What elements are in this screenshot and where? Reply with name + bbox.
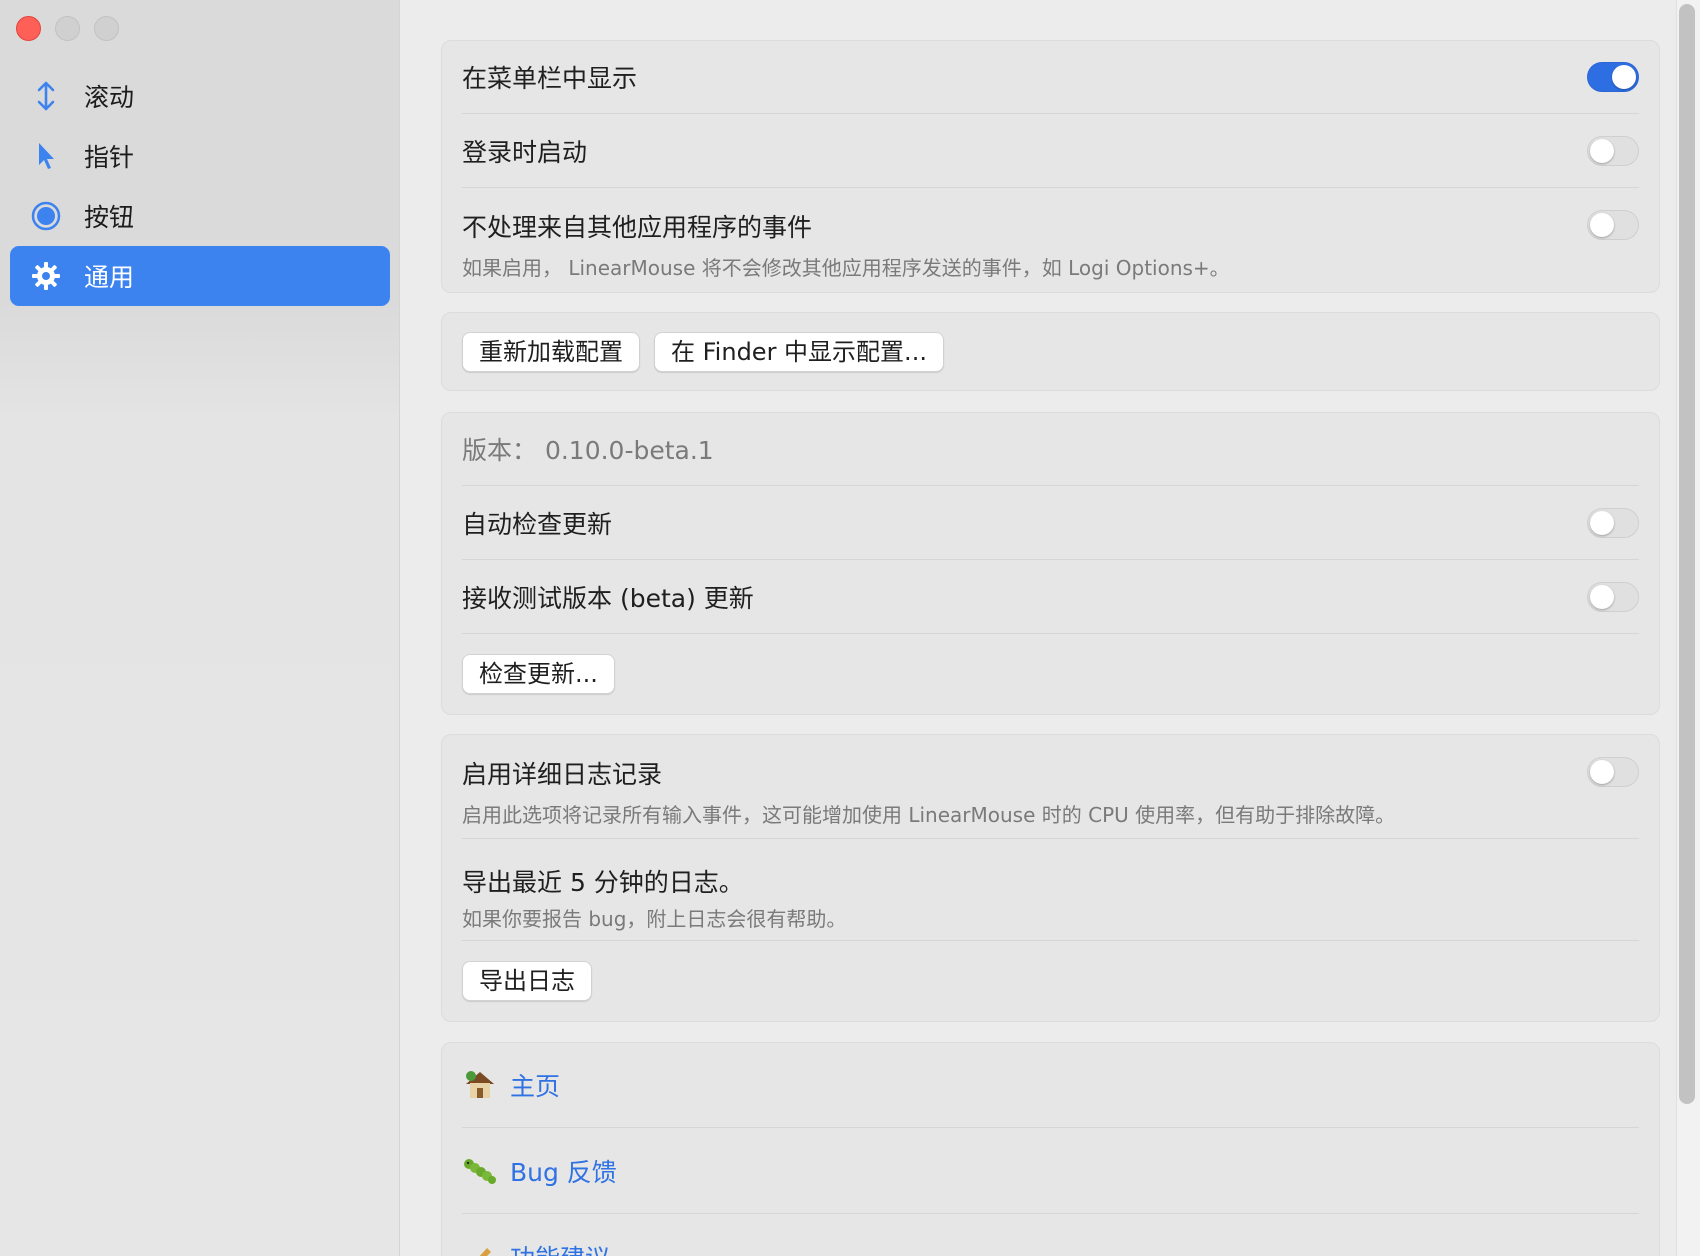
verbose-logging-label: 启用详细日志记录 [462,760,663,789]
pencil-icon [462,1239,498,1256]
links-group: 主页 Bug 反馈 [441,1042,1660,1256]
login-label: 登录时启动 [462,137,588,167]
sidebar-item-label: 指针 [84,143,135,172]
reveal-config-button[interactable]: 在 Finder 中显示配置... [654,331,944,372]
scrollbar-thumb[interactable] [1679,4,1695,1104]
verbose-logging-description: 启用此选项将记录所有输入事件，这可能增加使用 LinearMouse 时的 CP… [462,803,1396,827]
sidebar-item-pointer[interactable]: 指针 [10,126,390,186]
homepage-link[interactable]: 主页 [462,1067,560,1103]
house-icon [462,1067,498,1103]
window-controls [16,16,119,41]
logging-group: 启用详细日志记录 启用此选项将记录所有输入事件，这可能增加使用 LinearMo… [441,734,1660,1022]
config-group: 重新加载配置 在 Finder 中显示配置... [441,312,1660,391]
export-logs-info-row: 导出最近 5 分钟的日志。 如果你要报告 bug，附上日志会很有帮助。 [462,839,1639,941]
sidebar-item-buttons[interactable]: 按钮 [10,186,390,246]
sidebar-nav: 滚动 指针 按钮 通用 [10,66,390,306]
feature-request-link-text: 功能建议 [510,1239,610,1256]
login-row: 登录时启动 [462,114,1639,188]
export-logs-description: 如果你要报告 bug，附上日志会很有帮助。 [462,907,847,931]
reload-config-button[interactable]: 重新加载配置 [462,331,640,372]
bug-report-link-text: Bug 反馈 [510,1157,617,1187]
menubar-toggle[interactable] [1587,62,1639,92]
ignore-events-text: 不处理来自其他应用程序的事件 如果启用， LinearMouse 将不会修改其他… [462,208,1230,281]
update-group: 版本： 0.10.0-beta.1 自动检查更新 接收测试版本 (beta) 更… [441,412,1660,715]
general-settings-group: 在菜单栏中显示 登录时启动 不处理来自其他应用程序的事件 如果启用， Linea… [441,40,1660,293]
verbose-logging-text: 启用详细日志记录 启用此选项将记录所有输入事件，这可能增加使用 LinearMo… [462,755,1395,828]
homepage-link-text: 主页 [510,1072,561,1101]
auto-check-label: 自动检查更新 [462,509,613,539]
gear-icon [30,260,62,292]
pointer-arrow-icon [30,140,62,172]
beta-toggle[interactable] [1587,581,1639,612]
feature-request-link[interactable]: 功能建议 [462,1239,610,1256]
ignore-events-description: 如果启用， LinearMouse 将不会修改其他应用程序发送的事件，如 Log… [462,256,1230,280]
version-row: 版本： 0.10.0-beta.1 [462,413,1639,486]
ignore-events-row: 不处理来自其他应用程序的事件 如果启用， LinearMouse 将不会修改其他… [462,188,1639,292]
scroll-arrows-icon [30,80,62,112]
menubar-row: 在菜单栏中显示 [462,41,1639,114]
sidebar-item-label: 滚动 [84,83,135,112]
beta-row: 接收测试版本 (beta) 更新 [462,560,1639,634]
menubar-label: 在菜单栏中显示 [462,64,638,93]
ignore-events-label: 不处理来自其他应用程序的事件 [462,213,813,242]
ignore-events-toggle[interactable] [1587,210,1639,240]
verbose-logging-toggle[interactable] [1587,757,1639,787]
homepage-row: 主页 [462,1043,1639,1128]
export-logs-row: 导出日志 [462,941,1639,1021]
auto-check-row: 自动检查更新 [462,486,1639,560]
bug-icon [462,1153,498,1189]
sidebar-item-scrolling[interactable]: 滚动 [10,66,390,126]
export-logs-button[interactable]: 导出日志 [462,961,592,1001]
login-toggle[interactable] [1587,135,1639,166]
minimize-window-button[interactable] [55,16,80,41]
beta-label: 接收测试版本 (beta) 更新 [462,583,754,613]
zoom-window-button[interactable] [94,16,119,41]
settings-window: 滚动 指针 按钮 通用 在菜单栏中显示 登录时启动 不处理来自其他应用程序的事件… [0,0,1700,1256]
bug-report-link[interactable]: Bug 反馈 [462,1153,617,1189]
feature-request-row: 功能建议 [462,1214,1639,1256]
button-circle-icon [30,200,62,232]
sidebar: 滚动 指针 按钮 通用 [0,0,400,1256]
main-content: 在菜单栏中显示 登录时启动 不处理来自其他应用程序的事件 如果启用， Linea… [401,0,1671,1256]
bug-report-row: Bug 反馈 [462,1128,1639,1214]
sidebar-item-general[interactable]: 通用 [10,246,390,306]
check-update-row: 检查更新... [462,634,1639,714]
check-update-button[interactable]: 检查更新... [462,654,615,694]
export-logs-title: 导出最近 5 分钟的日志。 [462,868,744,897]
version-text: 版本： 0.10.0-beta.1 [462,436,714,465]
auto-check-toggle[interactable] [1587,507,1639,538]
verbose-logging-row: 启用详细日志记录 启用此选项将记录所有输入事件，这可能增加使用 LinearMo… [462,735,1639,839]
close-window-button[interactable] [16,16,41,41]
export-logs-text: 导出最近 5 分钟的日志。 如果你要报告 bug，附上日志会很有帮助。 [462,863,846,932]
sidebar-item-label: 通用 [84,263,135,292]
sidebar-item-label: 按钮 [84,203,135,232]
